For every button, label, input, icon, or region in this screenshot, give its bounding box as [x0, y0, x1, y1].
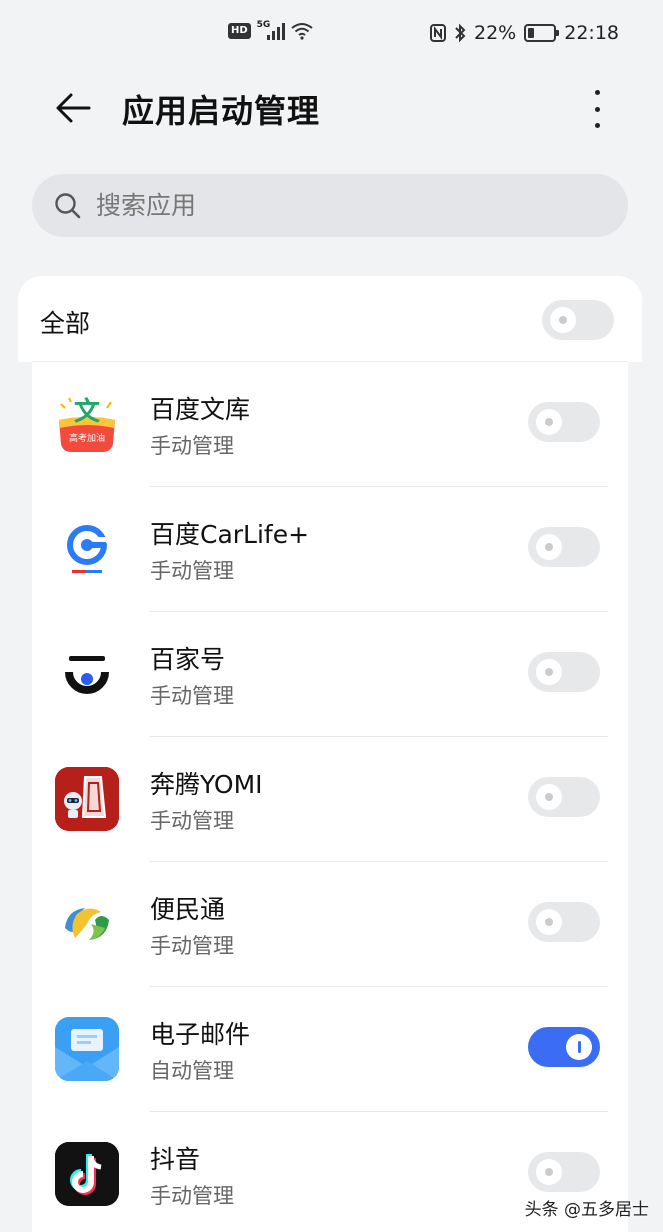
more-dot-icon: [594, 123, 600, 128]
app-row[interactable]: 电子邮件 自动管理: [32, 987, 628, 1112]
yomi-icon: [55, 767, 119, 831]
app-launch-toggle[interactable]: [528, 1027, 600, 1067]
more-dot-icon: [594, 106, 600, 112]
app-mode: 手动管理: [150, 684, 234, 708]
battery-icon: [524, 24, 560, 42]
status-right-group: 22% 22:18: [430, 22, 619, 44]
more-options-button[interactable]: [580, 88, 614, 130]
back-arrow-icon: [56, 93, 91, 123]
wifi-icon: [291, 23, 313, 40]
app-name: 百度CarLife+: [150, 520, 310, 549]
watermark: 头条 @五多居士: [524, 1200, 649, 1220]
toggle-knob: [536, 409, 562, 435]
status-time: 22:18: [564, 22, 619, 44]
network-type: 5G: [256, 20, 271, 30]
app-row[interactable]: 文 高考加油 百度文库 手动管理: [32, 362, 628, 487]
signal-icon: 5G: [256, 20, 285, 40]
app-launch-toggle[interactable]: [528, 1152, 600, 1192]
hd-badge: HD: [228, 23, 251, 39]
more-dot-icon: [594, 90, 600, 95]
app-mode: 手动管理: [150, 1184, 234, 1208]
search-icon: [55, 192, 81, 218]
nfc-icon: [430, 24, 446, 42]
app-name: 奔腾YOMI: [150, 770, 263, 799]
toggle-knob: [536, 784, 562, 810]
app-mode: 手动管理: [150, 559, 234, 583]
app-mode: 自动管理: [150, 1059, 234, 1083]
toggle-knob: [536, 534, 562, 560]
app-row[interactable]: 百度CarLife+ 手动管理: [32, 487, 628, 612]
app-row[interactable]: 便民通 手动管理: [32, 862, 628, 987]
app-name: 便民通: [150, 895, 226, 924]
all-apps-toggle[interactable]: [542, 300, 614, 340]
bluetooth-icon: [455, 23, 466, 43]
page-title: 应用启动管理: [122, 92, 321, 130]
app-mode: 手动管理: [150, 934, 234, 958]
wenku-char: 文: [74, 396, 101, 427]
search-bar[interactable]: [32, 174, 628, 237]
email-icon: [55, 1017, 119, 1081]
app-launch-toggle[interactable]: [528, 402, 600, 442]
app-launch-toggle[interactable]: [528, 652, 600, 692]
back-button[interactable]: [50, 88, 96, 128]
status-bar: HD 5G 22% 22:18: [0, 0, 663, 70]
toggle-knob: [536, 659, 562, 685]
app-row[interactable]: 奔腾YOMI 手动管理: [32, 737, 628, 862]
app-row[interactable]: 百家号 手动管理: [32, 612, 628, 737]
app-name: 电子邮件: [150, 1020, 251, 1049]
baijiahao-icon: [55, 642, 119, 706]
app-name: 百家号: [150, 645, 226, 674]
toggle-knob: [536, 909, 562, 935]
app-name: 百度文库: [150, 395, 251, 424]
all-apps-label: 全部: [40, 309, 91, 338]
bianmintong-icon: [55, 892, 119, 956]
app-mode: 手动管理: [150, 809, 234, 833]
title-bar: 应用启动管理: [0, 70, 663, 150]
app-launch-toggle[interactable]: [528, 902, 600, 942]
app-mode: 手动管理: [150, 434, 234, 458]
app-launch-toggle[interactable]: [528, 777, 600, 817]
wenku-banner: 高考加油: [69, 432, 105, 444]
battery-level: [528, 28, 534, 38]
toggle-knob: [566, 1034, 592, 1060]
battery-percent: 22%: [474, 22, 517, 44]
douyin-icon: [55, 1142, 119, 1206]
app-launch-toggle[interactable]: [528, 527, 600, 567]
app-list: 文 高考加油 百度文库 手动管理 百度CarLife+ 手动管理 百家号 手动管…: [32, 362, 628, 1232]
search-input[interactable]: [96, 191, 576, 220]
toggle-knob: [550, 307, 576, 333]
app-name: 抖音: [150, 1145, 201, 1174]
status-network-group: HD 5G: [228, 20, 313, 40]
all-apps-card: 全部: [18, 276, 642, 362]
toggle-knob: [536, 1159, 562, 1185]
baidu-wenku-icon: 文 高考加油: [55, 392, 119, 456]
carlife-icon: [55, 517, 119, 581]
